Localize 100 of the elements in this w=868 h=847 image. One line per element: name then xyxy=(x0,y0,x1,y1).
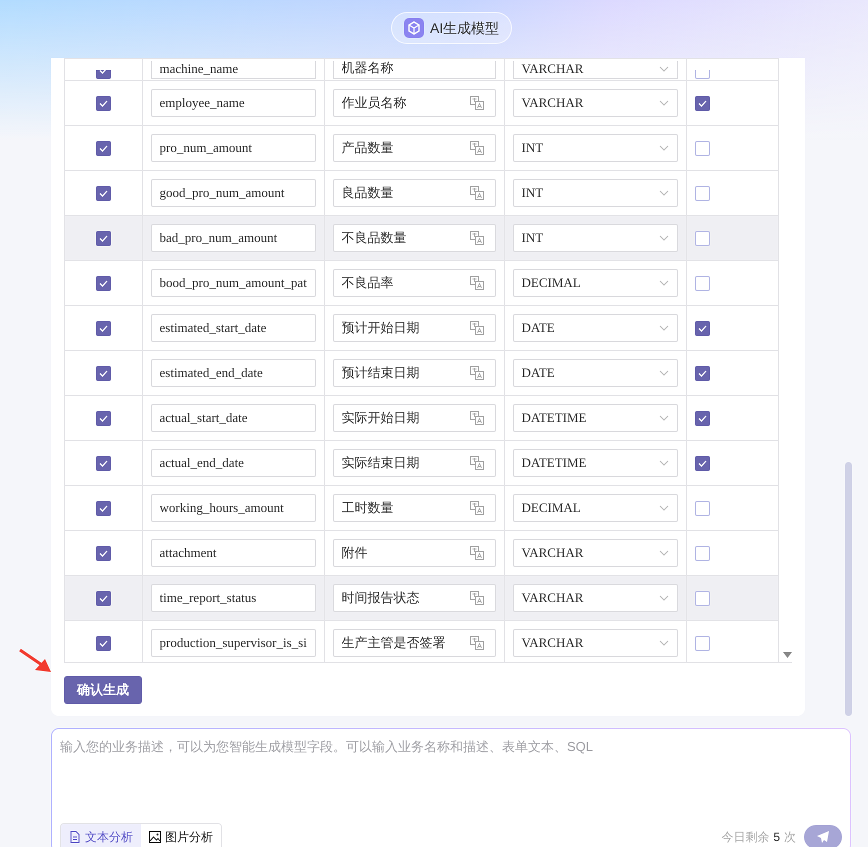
field-name-input[interactable]: actual_start_date xyxy=(150,404,316,432)
caret-icon xyxy=(658,504,668,510)
checkbox[interactable] xyxy=(694,70,710,78)
field-label-input[interactable]: 时间报告状态 xyxy=(332,584,496,612)
scroll-down-icon[interactable] xyxy=(782,652,792,658)
translate-icon[interactable] xyxy=(470,590,484,604)
checkbox[interactable] xyxy=(96,186,111,202)
field-name-input[interactable]: attachment xyxy=(150,538,316,566)
field-label-input[interactable]: 工时数量 xyxy=(332,494,496,522)
field-label-input[interactable]: 预计结束日期 xyxy=(332,358,496,386)
field-label-input[interactable]: 产品数量 xyxy=(332,134,496,162)
field-label-input[interactable]: 机器名称 xyxy=(332,60,496,78)
field-label-input[interactable]: 实际结束日期 xyxy=(332,448,496,476)
field-name-input[interactable]: bood_pro_num_amount_pat xyxy=(150,268,316,296)
type-select[interactable]: VARCHAR xyxy=(512,538,678,566)
field-name-input[interactable]: actual_end_date xyxy=(150,448,316,476)
caret-icon xyxy=(658,460,668,466)
checkbox[interactable] xyxy=(694,411,710,426)
translate-icon[interactable] xyxy=(470,140,484,154)
type-select[interactable]: VARCHAR xyxy=(512,60,678,78)
send-button[interactable] xyxy=(804,825,842,847)
table-scrollbar[interactable] xyxy=(778,58,792,662)
checkbox[interactable] xyxy=(694,96,710,112)
field-label-input[interactable]: 不良品率 xyxy=(332,268,496,296)
quota-count: 5 xyxy=(773,829,780,846)
checkbox[interactable] xyxy=(96,276,111,292)
translate-icon[interactable] xyxy=(470,500,484,514)
confirm-button[interactable]: 确认生成 xyxy=(64,676,142,704)
type-select[interactable]: DATE xyxy=(512,358,678,386)
field-name-input[interactable]: working_hours_amount xyxy=(150,494,316,522)
checkbox[interactable] xyxy=(96,501,111,516)
translate-icon[interactable] xyxy=(470,456,484,470)
type-select[interactable]: INT xyxy=(512,224,678,252)
checkbox[interactable] xyxy=(96,366,111,382)
translate-icon[interactable] xyxy=(470,320,484,334)
checkbox[interactable] xyxy=(694,591,710,606)
field-label-input[interactable]: 预计开始日期 xyxy=(332,314,496,342)
caret-icon xyxy=(658,324,668,330)
checkbox[interactable] xyxy=(694,546,710,562)
checkbox[interactable] xyxy=(694,366,710,382)
field-name-input[interactable]: production_supervisor_is_si xyxy=(150,628,316,656)
field-name-input[interactable]: pro_num_amount xyxy=(150,134,316,162)
checkbox[interactable] xyxy=(96,411,111,426)
image-icon xyxy=(149,831,161,843)
checkbox[interactable] xyxy=(96,591,111,606)
type-select[interactable]: VARCHAR xyxy=(512,584,678,612)
translate-icon[interactable] xyxy=(470,186,484,200)
type-select[interactable]: DECIMAL xyxy=(512,494,678,522)
field-label-input[interactable]: 不良品数量 xyxy=(332,224,496,252)
checkbox[interactable] xyxy=(96,546,111,562)
type-select[interactable]: DATETIME xyxy=(512,404,678,432)
translate-icon[interactable] xyxy=(470,410,484,424)
translate-icon[interactable] xyxy=(470,546,484,560)
field-label-input[interactable]: 作业员名称 xyxy=(332,88,496,116)
field-label-input[interactable]: 良品数量 xyxy=(332,178,496,206)
translate-icon[interactable] xyxy=(470,276,484,290)
scrollbar-thumb[interactable] xyxy=(845,462,852,716)
type-select[interactable]: DECIMAL xyxy=(512,268,678,296)
type-select[interactable]: DATE xyxy=(512,314,678,342)
checkbox[interactable] xyxy=(694,186,710,202)
checkbox[interactable] xyxy=(96,321,111,336)
checkbox[interactable] xyxy=(96,231,111,246)
type-select[interactable]: VARCHAR xyxy=(512,628,678,656)
pointer-arrow xyxy=(18,648,52,674)
checkbox[interactable] xyxy=(694,231,710,246)
checkbox[interactable] xyxy=(694,501,710,516)
checkbox[interactable] xyxy=(694,141,710,156)
field-label-input[interactable]: 实际开始日期 xyxy=(332,404,496,432)
checkbox[interactable] xyxy=(96,636,111,652)
translate-icon[interactable] xyxy=(470,366,484,380)
checkbox[interactable] xyxy=(694,636,710,652)
type-select[interactable]: INT xyxy=(512,178,678,206)
type-select[interactable]: DATETIME xyxy=(512,448,678,476)
field-label-input[interactable]: 附件 xyxy=(332,538,496,566)
translate-icon[interactable] xyxy=(470,636,484,650)
checkbox[interactable] xyxy=(694,276,710,292)
field-name-input[interactable]: estimated_end_date xyxy=(150,358,316,386)
translate-icon[interactable] xyxy=(470,230,484,244)
type-select[interactable]: INT xyxy=(512,134,678,162)
quota-label: 今日剩余 xyxy=(721,829,770,846)
field-name-input[interactable]: estimated_start_date xyxy=(150,314,316,342)
field-label-input[interactable]: 生产主管是否签署 xyxy=(332,628,496,656)
prompt-box[interactable]: 输入您的业务描述，可以为您智能生成模型字段。可以输入业务名称和描述、表单文本、SQL 文本分析 图片分析 今日剩余 5 次 xyxy=(51,728,851,847)
checkbox[interactable] xyxy=(96,70,111,78)
field-name-input[interactable]: bad_pro_num_amount xyxy=(150,224,316,252)
mode-tab[interactable]: 文本分析 xyxy=(61,824,141,847)
checkbox[interactable] xyxy=(694,321,710,336)
field-name-input[interactable]: time_report_status xyxy=(150,584,316,612)
field-name-input[interactable]: employee_name xyxy=(150,88,316,116)
caret-icon xyxy=(658,190,668,196)
checkbox[interactable] xyxy=(96,456,111,472)
checkbox[interactable] xyxy=(694,456,710,472)
caret-icon xyxy=(658,100,668,106)
translate-icon[interactable] xyxy=(470,96,484,110)
checkbox[interactable] xyxy=(96,141,111,156)
field-name-input[interactable]: machine_name xyxy=(150,60,316,78)
type-select[interactable]: VARCHAR xyxy=(512,88,678,116)
quota-unit: 次 xyxy=(784,829,796,846)
field-name-input[interactable]: good_pro_num_amount xyxy=(150,178,316,206)
checkbox[interactable] xyxy=(96,96,111,112)
